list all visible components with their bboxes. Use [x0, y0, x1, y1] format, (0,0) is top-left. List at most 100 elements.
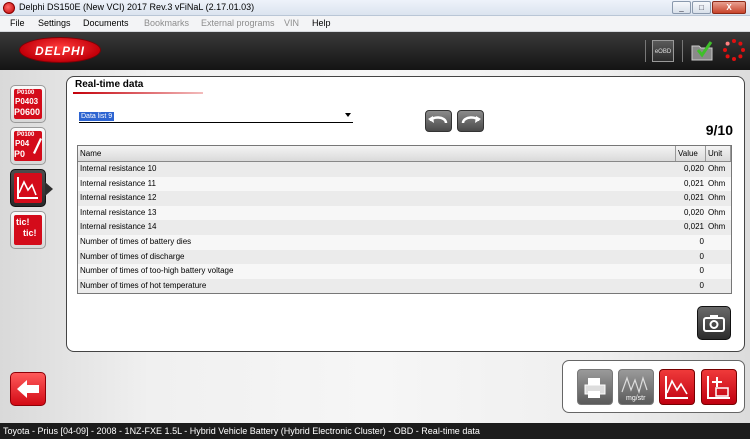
row-value: 0 [699, 280, 704, 290]
row-unit: Ohm [708, 222, 726, 232]
row-name: Number of times of battery dies [80, 236, 192, 246]
table-row[interactable]: Number of times of battery dies 0 [78, 234, 731, 250]
next-list-button[interactable] [457, 110, 484, 132]
table-body: Internal resistance 10 0,020 Ohm Interna… [78, 162, 731, 294]
panel-title: Real-time data [75, 79, 144, 90]
row-name: Number of times of hot temperature [80, 280, 207, 290]
row-unit [706, 279, 731, 294]
units-icon: mg/str [621, 375, 648, 402]
window-controls: _ □ X [672, 1, 746, 14]
menu-bookmarks: Bookmarks [144, 18, 190, 28]
row-value: 0,021 [683, 178, 704, 188]
row-name: Internal resistance 11 [80, 178, 156, 188]
close-button[interactable]: X [712, 1, 746, 14]
title-bar: Delphi DS150E (New VCI) 2017 Rev.3 vFiNa… [0, 0, 750, 16]
menu-vin: VIN [284, 18, 300, 28]
row-name: Number of times of discharge [80, 251, 185, 261]
eraser-icon [33, 138, 42, 154]
back-button[interactable] [10, 372, 46, 406]
menu-help[interactable]: Help [312, 18, 331, 28]
undo-arrow-icon [428, 116, 448, 124]
row-unit: Ohm [708, 178, 726, 188]
table-row[interactable]: Number of times of hot temperature 0 [78, 278, 731, 294]
minimize-button[interactable]: _ [672, 1, 691, 14]
menu-file[interactable]: File [10, 18, 25, 28]
eobd-icon[interactable]: eOBD [652, 40, 674, 62]
delphi-logo: DELPHI [19, 37, 101, 63]
arrow-left-icon [17, 380, 39, 398]
row-unit [706, 264, 731, 279]
app-icon [3, 2, 15, 14]
previous-list-button[interactable] [425, 110, 452, 132]
menu-settings[interactable]: Settings [38, 18, 71, 28]
record-icon [707, 376, 730, 399]
data-list-selected: Data list 9 [79, 112, 115, 121]
clear-codes-icon: P0100 P04 P0 [14, 131, 42, 161]
connection-spinner-icon [723, 39, 745, 61]
page-indicator: 9/10 [705, 122, 733, 138]
bottom-tools: mg/str [562, 360, 745, 413]
status-bar: Toyota - Prius [04-09] - 2008 - 1NZ-FXE … [0, 423, 750, 439]
maximize-button[interactable]: □ [692, 1, 711, 14]
row-name: Internal resistance 14 [80, 222, 157, 232]
row-name: Number of times of too-high battery volt… [80, 266, 234, 276]
realtime-graph-icon [14, 173, 42, 203]
snapshot-record-button[interactable] [701, 369, 737, 405]
table-row[interactable]: Number of times of discharge 0 [78, 249, 731, 265]
column-header-name[interactable]: Name [78, 146, 676, 161]
row-name: Internal resistance 13 [80, 207, 157, 217]
row-value: 0,021 [683, 193, 704, 203]
column-header-value[interactable]: Value [676, 146, 706, 161]
table-row[interactable]: Internal resistance 11 0,021 Ohm [78, 176, 731, 192]
menu-bar: File Settings Documents Bookmarks Extern… [0, 16, 750, 32]
fault-codes-button[interactable]: P0100 P0403 P0600 [10, 85, 46, 123]
row-value: 0,020 [683, 164, 704, 173]
data-list-dropdown[interactable]: Data list 9 [79, 111, 353, 123]
title-underline [73, 92, 203, 94]
table-row[interactable]: Internal resistance 10 0,020 Ohm [78, 162, 731, 177]
printer-icon [584, 378, 606, 398]
row-unit: Ohm [708, 193, 726, 203]
row-value: 0,020 [683, 207, 704, 217]
chevron-down-icon [345, 113, 351, 117]
menu-external-programs: External programs [201, 18, 275, 28]
row-value: 0 [699, 236, 704, 246]
header-band: DELPHI eOBD [0, 32, 750, 70]
activation-button[interactable]: tic! tic! [10, 211, 46, 249]
row-unit [706, 235, 731, 250]
row-value: 0,021 [683, 222, 704, 232]
redo-arrow-icon [461, 116, 481, 124]
fault-codes-icon: P0100 P0403 P0600 [14, 89, 42, 119]
units-button[interactable]: mg/str [618, 369, 654, 405]
realtime-data-panel: Real-time data Data list 9 9/10 Name Val… [66, 76, 745, 352]
table-row[interactable]: Internal resistance 14 0,021 Ohm [78, 220, 731, 235]
row-unit: Ohm [708, 207, 726, 217]
snapshot-button[interactable] [697, 306, 731, 340]
row-unit [706, 250, 731, 265]
svg-text:mg/str: mg/str [626, 395, 646, 402]
tic-tic-icon: tic! tic! [14, 215, 42, 245]
camera-icon [703, 315, 725, 332]
clear-codes-button[interactable]: P0100 P04 P0 [10, 127, 46, 165]
print-button[interactable] [577, 369, 613, 405]
row-name: Internal resistance 10 [80, 164, 157, 173]
header-divider [682, 40, 683, 62]
table-header: Name Value Unit [78, 146, 731, 162]
row-unit: Ohm [708, 164, 726, 173]
window-title: Delphi DS150E (New VCI) 2017 Rev.3 vFiNa… [19, 2, 255, 12]
row-value: 0 [699, 266, 704, 276]
logo-text: DELPHI [34, 44, 85, 58]
table-row[interactable]: Internal resistance 12 0,021 Ohm [78, 191, 731, 206]
row-value: 0 [699, 251, 704, 261]
graph-button[interactable] [659, 369, 695, 405]
row-name: Internal resistance 12 [80, 193, 157, 203]
realtime-data-button[interactable] [10, 169, 53, 207]
data-table: Name Value Unit Internal resistance 10 0… [77, 145, 732, 295]
column-header-unit[interactable]: Unit [706, 146, 731, 161]
header-divider [645, 40, 646, 62]
menu-documents[interactable]: Documents [83, 18, 129, 28]
table-row[interactable]: Internal resistance 13 0,020 Ohm [78, 205, 731, 221]
folder-check-icon[interactable] [690, 40, 714, 62]
graph-icon [665, 376, 688, 399]
table-row[interactable]: Number of times of too-high battery volt… [78, 264, 731, 279]
